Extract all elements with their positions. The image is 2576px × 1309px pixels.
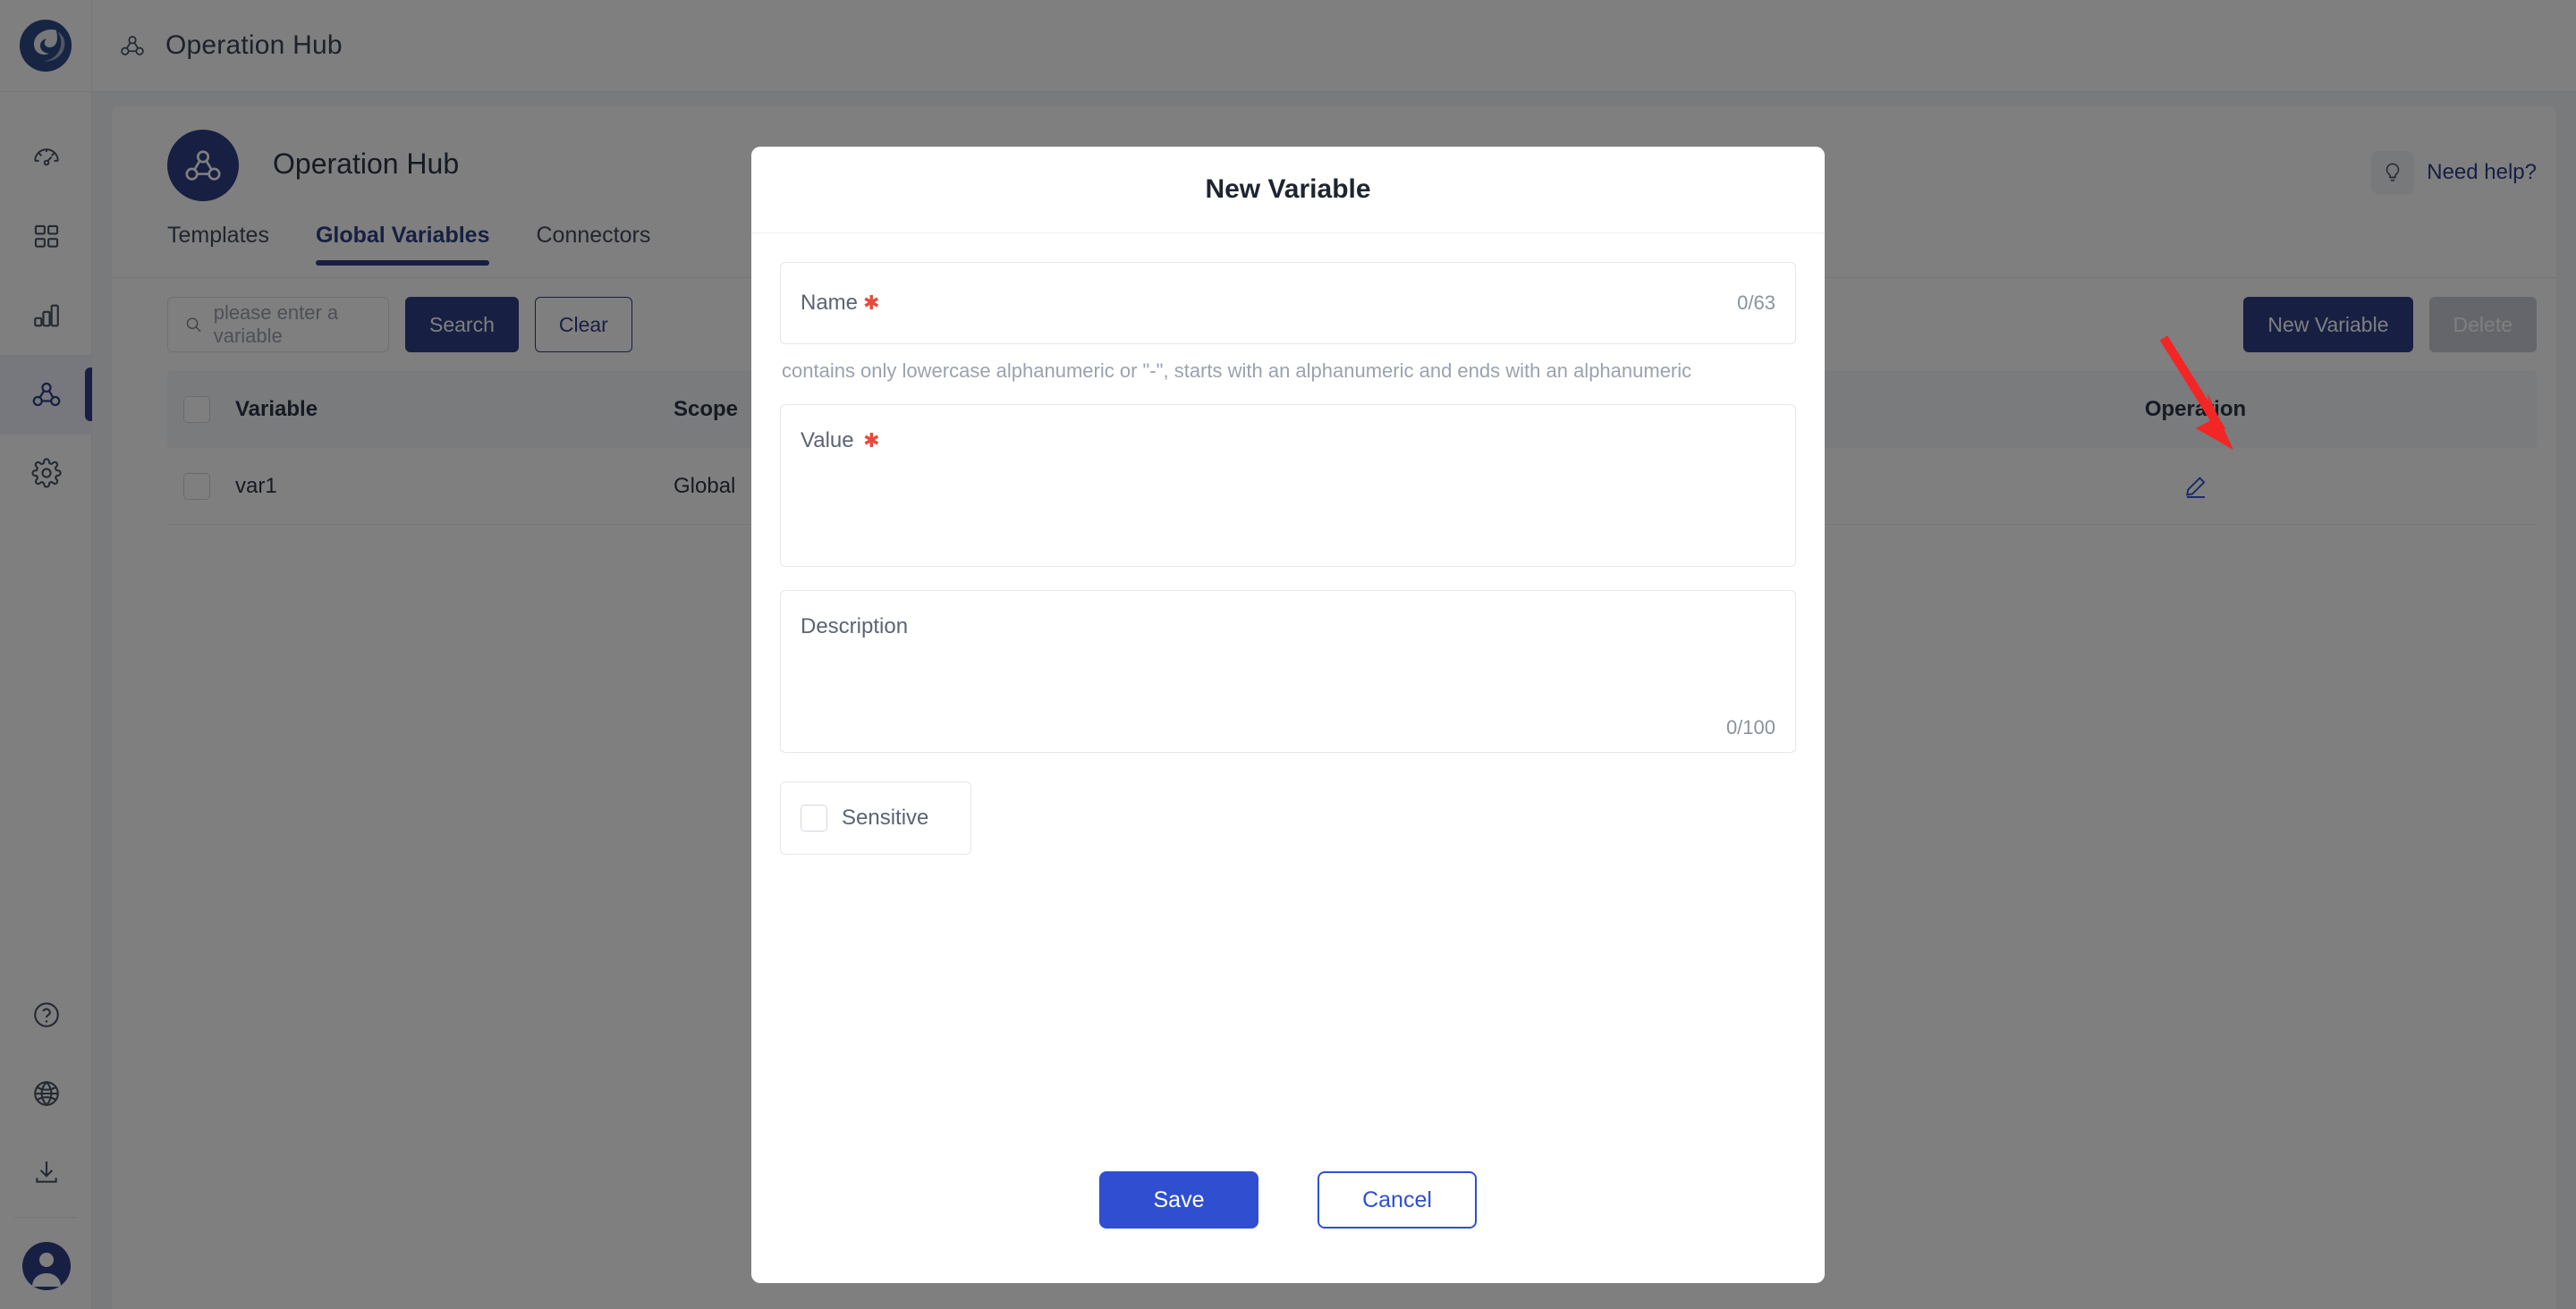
dialog-footer: Save Cancel — [751, 1117, 1825, 1283]
save-button[interactable]: Save — [1099, 1171, 1258, 1229]
cancel-button[interactable]: Cancel — [1318, 1171, 1477, 1229]
new-variable-dialog: New Variable Name ✱ 0/63 contains only l… — [751, 147, 1825, 1283]
value-field-label: Value — [801, 428, 854, 453]
name-field-label: Name — [801, 291, 859, 315]
description-field-label: Description — [801, 614, 909, 639]
dialog-body: Name ✱ 0/63 contains only lowercase alph… — [751, 233, 1825, 1117]
sensitive-checkbox[interactable] — [801, 805, 827, 832]
sensitive-checkbox-row[interactable]: Sensitive — [780, 781, 971, 856]
description-char-counter: 0/100 — [1725, 716, 1775, 739]
screen: Operation Hub — [0, 0, 2576, 1309]
name-field[interactable]: Name ✱ 0/63 — [780, 262, 1796, 344]
value-field[interactable]: Value ✱ — [780, 404, 1796, 568]
name-char-counter: 0/63 — [1737, 291, 1775, 314]
dialog-header: New Variable — [751, 147, 1825, 233]
dialog-title: New Variable — [1205, 174, 1371, 204]
name-helper-text: contains only lowercase alphanumeric or … — [782, 359, 1692, 382]
description-field[interactable]: Description 0/100 — [780, 590, 1796, 754]
required-asterisk-icon: ✱ — [863, 429, 880, 452]
required-asterisk-icon: ✱ — [863, 291, 880, 314]
sensitive-label: Sensitive — [842, 806, 929, 831]
